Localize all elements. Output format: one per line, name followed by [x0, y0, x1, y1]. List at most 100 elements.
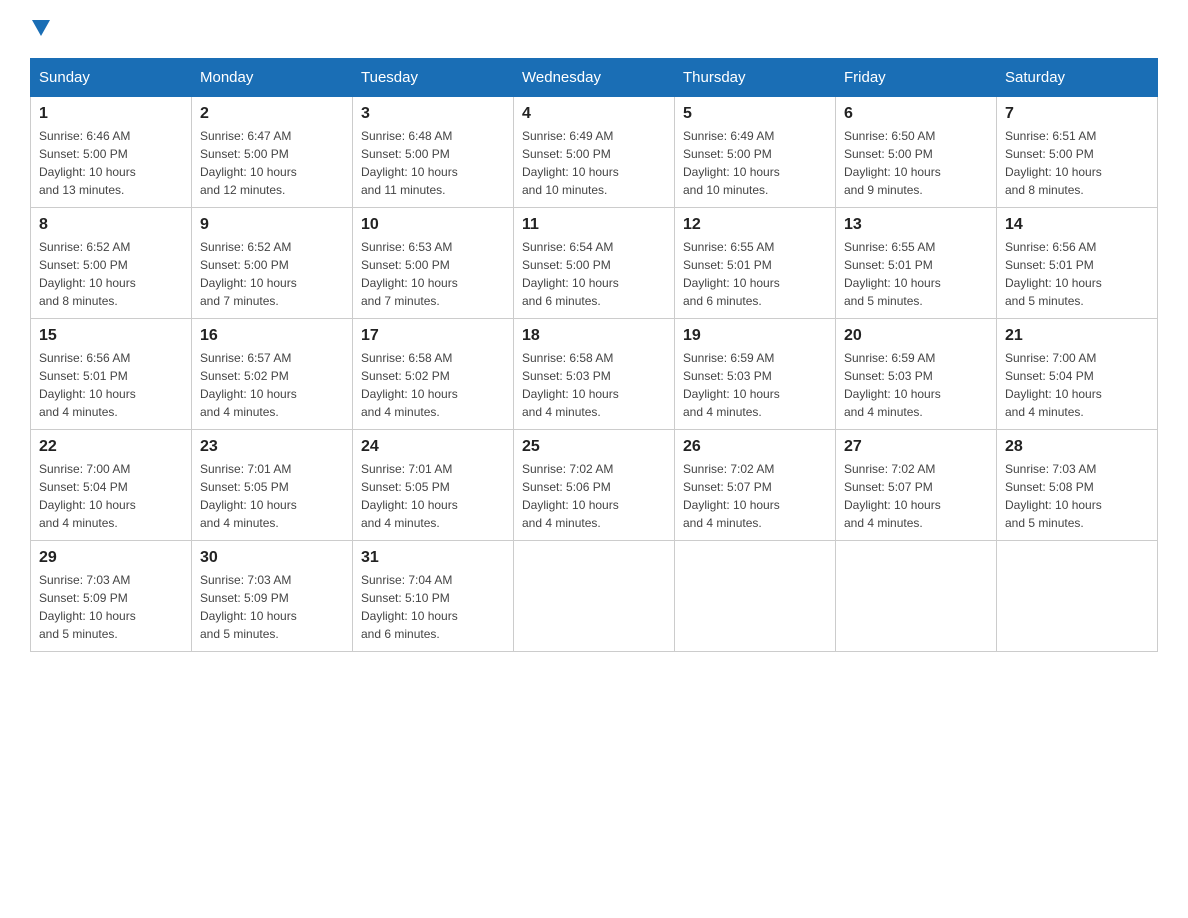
week-row-2: 8 Sunrise: 6:52 AM Sunset: 5:00 PM Dayli…: [31, 208, 1158, 319]
day-number: 31: [361, 549, 505, 567]
day-number: 20: [844, 327, 988, 345]
table-cell: 1 Sunrise: 6:46 AM Sunset: 5:00 PM Dayli…: [31, 97, 192, 208]
day-number: 3: [361, 105, 505, 123]
table-cell: 9 Sunrise: 6:52 AM Sunset: 5:00 PM Dayli…: [192, 208, 353, 319]
day-number: 30: [200, 549, 344, 567]
calendar-header: Sunday Monday Tuesday Wednesday Thursday…: [31, 59, 1158, 97]
table-cell: 27 Sunrise: 7:02 AM Sunset: 5:07 PM Dayl…: [836, 430, 997, 541]
table-cell: 29 Sunrise: 7:03 AM Sunset: 5:09 PM Dayl…: [31, 541, 192, 652]
day-info: Sunrise: 6:46 AM Sunset: 5:00 PM Dayligh…: [39, 127, 183, 199]
day-number: 28: [1005, 438, 1149, 456]
header-thursday: Thursday: [675, 59, 836, 97]
table-cell: 8 Sunrise: 6:52 AM Sunset: 5:00 PM Dayli…: [31, 208, 192, 319]
day-number: 7: [1005, 105, 1149, 123]
day-number: 17: [361, 327, 505, 345]
table-cell: 5 Sunrise: 6:49 AM Sunset: 5:00 PM Dayli…: [675, 97, 836, 208]
table-cell: 19 Sunrise: 6:59 AM Sunset: 5:03 PM Dayl…: [675, 319, 836, 430]
day-info: Sunrise: 7:01 AM Sunset: 5:05 PM Dayligh…: [361, 460, 505, 532]
day-info: Sunrise: 7:01 AM Sunset: 5:05 PM Dayligh…: [200, 460, 344, 532]
table-cell: 24 Sunrise: 7:01 AM Sunset: 5:05 PM Dayl…: [353, 430, 514, 541]
table-cell: 26 Sunrise: 7:02 AM Sunset: 5:07 PM Dayl…: [675, 430, 836, 541]
header-saturday: Saturday: [997, 59, 1158, 97]
day-info: Sunrise: 6:49 AM Sunset: 5:00 PM Dayligh…: [522, 127, 666, 199]
table-cell: 3 Sunrise: 6:48 AM Sunset: 5:00 PM Dayli…: [353, 97, 514, 208]
calendar-body: 1 Sunrise: 6:46 AM Sunset: 5:00 PM Dayli…: [31, 97, 1158, 652]
day-number: 12: [683, 216, 827, 234]
day-number: 29: [39, 549, 183, 567]
day-number: 10: [361, 216, 505, 234]
logo-blue-section: [30, 20, 50, 38]
table-cell: 23 Sunrise: 7:01 AM Sunset: 5:05 PM Dayl…: [192, 430, 353, 541]
table-cell: 6 Sunrise: 6:50 AM Sunset: 5:00 PM Dayli…: [836, 97, 997, 208]
table-cell: 17 Sunrise: 6:58 AM Sunset: 5:02 PM Dayl…: [353, 319, 514, 430]
table-cell: 11 Sunrise: 6:54 AM Sunset: 5:00 PM Dayl…: [514, 208, 675, 319]
day-info: Sunrise: 6:58 AM Sunset: 5:03 PM Dayligh…: [522, 349, 666, 421]
table-cell: 12 Sunrise: 6:55 AM Sunset: 5:01 PM Dayl…: [675, 208, 836, 319]
day-number: 26: [683, 438, 827, 456]
day-number: 25: [522, 438, 666, 456]
week-row-1: 1 Sunrise: 6:46 AM Sunset: 5:00 PM Dayli…: [31, 97, 1158, 208]
table-cell: 30 Sunrise: 7:03 AM Sunset: 5:09 PM Dayl…: [192, 541, 353, 652]
table-cell: [675, 541, 836, 652]
day-info: Sunrise: 6:58 AM Sunset: 5:02 PM Dayligh…: [361, 349, 505, 421]
table-cell: [836, 541, 997, 652]
calendar-table: Sunday Monday Tuesday Wednesday Thursday…: [30, 58, 1158, 652]
day-number: 1: [39, 105, 183, 123]
day-number: 16: [200, 327, 344, 345]
day-info: Sunrise: 7:00 AM Sunset: 5:04 PM Dayligh…: [39, 460, 183, 532]
table-cell: 21 Sunrise: 7:00 AM Sunset: 5:04 PM Dayl…: [997, 319, 1158, 430]
day-number: 5: [683, 105, 827, 123]
table-cell: [514, 541, 675, 652]
logo-triangle-icon: [32, 20, 50, 38]
day-info: Sunrise: 6:53 AM Sunset: 5:00 PM Dayligh…: [361, 238, 505, 310]
day-info: Sunrise: 6:52 AM Sunset: 5:00 PM Dayligh…: [200, 238, 344, 310]
day-number: 19: [683, 327, 827, 345]
day-info: Sunrise: 6:51 AM Sunset: 5:00 PM Dayligh…: [1005, 127, 1149, 199]
table-cell: 16 Sunrise: 6:57 AM Sunset: 5:02 PM Dayl…: [192, 319, 353, 430]
day-info: Sunrise: 7:03 AM Sunset: 5:08 PM Dayligh…: [1005, 460, 1149, 532]
day-number: 8: [39, 216, 183, 234]
table-cell: [997, 541, 1158, 652]
weekday-header-row: Sunday Monday Tuesday Wednesday Thursday…: [31, 59, 1158, 97]
day-info: Sunrise: 7:03 AM Sunset: 5:09 PM Dayligh…: [39, 571, 183, 643]
day-info: Sunrise: 6:52 AM Sunset: 5:00 PM Dayligh…: [39, 238, 183, 310]
header-sunday: Sunday: [31, 59, 192, 97]
day-number: 27: [844, 438, 988, 456]
week-row-4: 22 Sunrise: 7:00 AM Sunset: 5:04 PM Dayl…: [31, 430, 1158, 541]
day-info: Sunrise: 6:47 AM Sunset: 5:00 PM Dayligh…: [200, 127, 344, 199]
day-info: Sunrise: 6:49 AM Sunset: 5:00 PM Dayligh…: [683, 127, 827, 199]
day-info: Sunrise: 6:56 AM Sunset: 5:01 PM Dayligh…: [39, 349, 183, 421]
table-cell: 10 Sunrise: 6:53 AM Sunset: 5:00 PM Dayl…: [353, 208, 514, 319]
week-row-5: 29 Sunrise: 7:03 AM Sunset: 5:09 PM Dayl…: [31, 541, 1158, 652]
day-info: Sunrise: 6:55 AM Sunset: 5:01 PM Dayligh…: [844, 238, 988, 310]
day-info: Sunrise: 7:04 AM Sunset: 5:10 PM Dayligh…: [361, 571, 505, 643]
header-wednesday: Wednesday: [514, 59, 675, 97]
table-cell: 22 Sunrise: 7:00 AM Sunset: 5:04 PM Dayl…: [31, 430, 192, 541]
day-info: Sunrise: 6:57 AM Sunset: 5:02 PM Dayligh…: [200, 349, 344, 421]
day-number: 2: [200, 105, 344, 123]
day-number: 24: [361, 438, 505, 456]
day-number: 11: [522, 216, 666, 234]
table-cell: 7 Sunrise: 6:51 AM Sunset: 5:00 PM Dayli…: [997, 97, 1158, 208]
day-info: Sunrise: 6:55 AM Sunset: 5:01 PM Dayligh…: [683, 238, 827, 310]
day-info: Sunrise: 6:54 AM Sunset: 5:00 PM Dayligh…: [522, 238, 666, 310]
page-header: [30, 20, 1158, 38]
day-number: 13: [844, 216, 988, 234]
table-cell: 20 Sunrise: 6:59 AM Sunset: 5:03 PM Dayl…: [836, 319, 997, 430]
day-number: 15: [39, 327, 183, 345]
table-cell: 28 Sunrise: 7:03 AM Sunset: 5:08 PM Dayl…: [997, 430, 1158, 541]
day-info: Sunrise: 7:02 AM Sunset: 5:06 PM Dayligh…: [522, 460, 666, 532]
header-monday: Monday: [192, 59, 353, 97]
day-number: 14: [1005, 216, 1149, 234]
table-cell: 25 Sunrise: 7:02 AM Sunset: 5:06 PM Dayl…: [514, 430, 675, 541]
table-cell: 13 Sunrise: 6:55 AM Sunset: 5:01 PM Dayl…: [836, 208, 997, 319]
table-cell: 18 Sunrise: 6:58 AM Sunset: 5:03 PM Dayl…: [514, 319, 675, 430]
day-number: 4: [522, 105, 666, 123]
table-cell: 31 Sunrise: 7:04 AM Sunset: 5:10 PM Dayl…: [353, 541, 514, 652]
header-friday: Friday: [836, 59, 997, 97]
header-tuesday: Tuesday: [353, 59, 514, 97]
day-info: Sunrise: 6:59 AM Sunset: 5:03 PM Dayligh…: [844, 349, 988, 421]
day-number: 9: [200, 216, 344, 234]
day-info: Sunrise: 7:02 AM Sunset: 5:07 PM Dayligh…: [844, 460, 988, 532]
day-number: 21: [1005, 327, 1149, 345]
